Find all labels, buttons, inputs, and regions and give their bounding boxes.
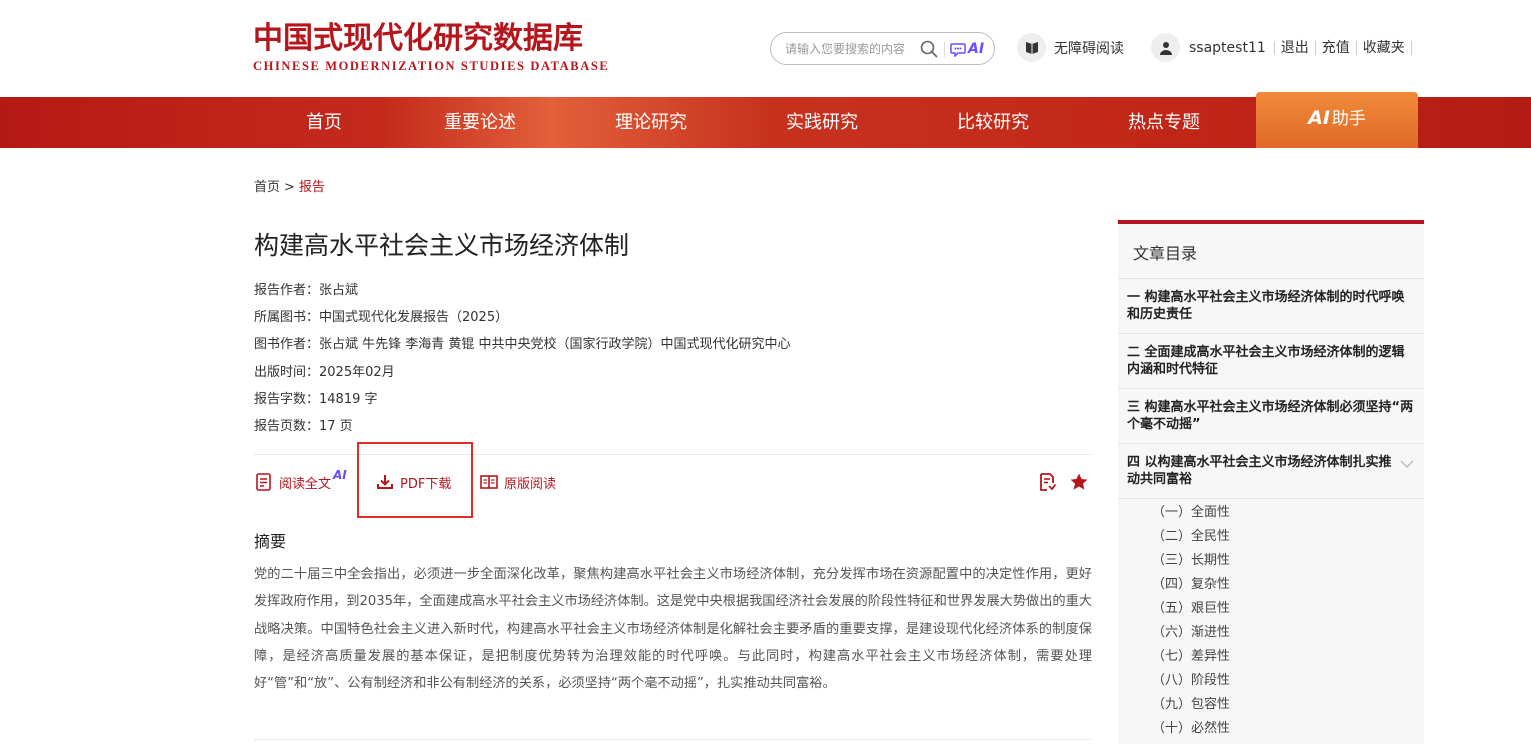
search-divider (944, 42, 945, 57)
nav-theory-research[interactable]: 理论研究 (591, 97, 711, 148)
user-links: 退出 充值 收藏夹 (1268, 40, 1412, 55)
nav-ai-prefix: AI (1308, 107, 1330, 129)
breadcrumb-home[interactable]: 首页 (254, 180, 280, 195)
link-separator (1410, 40, 1412, 55)
logo-english-title: CHINESE MODERNIZATION STUDIES DATABASE (253, 59, 610, 73)
favorites-link[interactable]: 收藏夹 (1355, 40, 1411, 55)
meta-report-author: 报告作者：张占斌 (254, 283, 359, 298)
nav-key-expositions[interactable]: 重要论述 (420, 97, 540, 148)
breadcrumb-current[interactable]: 报告 (299, 180, 325, 195)
article-meta: 报告作者：张占斌 所属图书：中国式现代化发展报告（2025） 图书作者：张占斌 … (254, 279, 791, 442)
divider (254, 739, 1091, 740)
nav-ai-assistant[interactable]: AI 助手 (1256, 92, 1418, 148)
accessibility-label: 无障碍阅读 (1054, 40, 1124, 57)
breadcrumb-separator: > (284, 180, 295, 195)
breadcrumb: 首页 > 报告 (254, 176, 325, 195)
article-title: 构建高水平社会主义市场经济体制 (254, 231, 630, 260)
citation-export-button[interactable] (1037, 466, 1062, 498)
star-icon (1070, 473, 1088, 490)
nav-hot-topics[interactable]: 热点专题 (1104, 97, 1224, 148)
search-box: AI (770, 32, 995, 65)
open-book-icon (480, 475, 498, 489)
toc-subitem[interactable]: （七）差异性 (1152, 645, 1424, 669)
meta-word-count: 报告字数：14819 字 (254, 391, 378, 407)
toc-subitem[interactable]: （五）艰巨性 (1152, 597, 1424, 621)
ai-chat-icon (950, 43, 966, 57)
toc-subitem[interactable]: （六）渐进性 (1152, 621, 1424, 645)
search-input[interactable] (785, 40, 915, 58)
nav-ai-label: 助手 (1331, 109, 1366, 129)
read-full-label: 阅读全文 (279, 476, 332, 492)
toc-item-2[interactable]: 二 全面建成高水平社会主义市场经济体制的逻辑内涵和时代特征 (1118, 334, 1424, 389)
meta-publish-date: 出版时间：2025年02月 (254, 364, 395, 380)
toc-item-1[interactable]: 一 构建高水平社会主义市场经济体制的时代呼唤和历史责任 (1118, 279, 1424, 334)
meta-page-count: 报告页数：17 页 (254, 418, 353, 434)
toc-subitem[interactable]: （四）复杂性 (1152, 573, 1424, 597)
pdf-download-highlight (357, 442, 473, 518)
original-read-button[interactable]: 原版阅读 (479, 466, 556, 498)
logo-chinese-title: 中国式现代化研究数据库 (253, 21, 583, 56)
toc-title: 文章目录 (1118, 224, 1424, 279)
search-icon[interactable] (919, 39, 939, 59)
meta-book: 所属图书：中国式现代化发展报告（2025） (254, 310, 509, 326)
read-full-button[interactable]: 阅读全文 AI (254, 466, 347, 498)
site-logo[interactable]: 中国式现代化研究数据库 CHINESE MODERNIZATION STUDIE… (253, 22, 609, 74)
nav-practice-research[interactable]: 实践研究 (762, 97, 882, 148)
toc-subitem[interactable]: （十）必然性 (1152, 717, 1424, 741)
citation-icon (1040, 473, 1057, 491)
toc-subitem[interactable]: （九）包容性 (1152, 693, 1424, 717)
username[interactable]: ssaptest11 (1189, 40, 1266, 56)
document-icon (256, 473, 271, 491)
toc-item-4-label: 四 以构建高水平社会主义市场经济体制扎实推动共同富裕 (1127, 455, 1392, 487)
original-read-label: 原版阅读 (504, 476, 557, 492)
toc-subitems: （一）全面性 （二）全民性 （三）长期性 （四）复杂性 （五）艰巨性 （六）渐进… (1118, 499, 1424, 741)
toc-subitem[interactable]: （三）长期性 (1152, 549, 1424, 573)
book-icon (1017, 33, 1046, 62)
site-header: 中国式现代化研究数据库 CHINESE MODERNIZATION STUDIE… (0, 0, 1531, 97)
main-nav: 首页 重要论述 理论研究 实践研究 比较研究 热点专题 AI 助手 (0, 92, 1531, 148)
ai-search-label: AI (968, 41, 985, 57)
nav-comparative-research[interactable]: 比较研究 (933, 97, 1053, 148)
accessibility-button[interactable]: 无障碍阅读 (1017, 33, 1124, 62)
read-full-ai-badge: AI (333, 468, 347, 482)
chevron-down-icon[interactable] (1400, 457, 1414, 474)
toc-item-4[interactable]: 四 以构建高水平社会主义市场经济体制扎实推动共同富裕 (1118, 444, 1424, 499)
abstract-text: 党的二十届三中全会指出，必须进一步全面深化改革，聚焦构建高水平社会主义市场经济体… (254, 567, 1092, 692)
abstract-title: 摘要 (254, 532, 287, 551)
recharge-link[interactable]: 充值 (1314, 40, 1356, 55)
favorite-button[interactable] (1069, 466, 1094, 498)
user-avatar-icon[interactable] (1151, 33, 1180, 62)
toc-subitem[interactable]: （一）全面性 (1152, 501, 1424, 525)
toc-subitem[interactable]: （八）阶段性 (1152, 669, 1424, 693)
nav-home[interactable]: 首页 (264, 97, 384, 148)
toc-item-3[interactable]: 三 构建高水平社会主义市场经济体制必须坚持“两个毫不动摇” (1118, 389, 1424, 444)
user-area: ssaptest11 退出 充值 收藏夹 (1151, 33, 1412, 62)
table-of-contents: 文章目录 一 构建高水平社会主义市场经济体制的时代呼唤和历史责任 二 全面建成高… (1118, 220, 1424, 744)
ai-search-button[interactable]: AI (950, 38, 984, 60)
logout-link[interactable]: 退出 (1273, 40, 1315, 55)
meta-book-authors: 图书作者：张占斌 牛先锋 李海青 黄锟 中共中央党校（国家行政学院）中国式现代化… (254, 337, 791, 353)
toc-subitem[interactable]: （二）全民性 (1152, 525, 1424, 549)
